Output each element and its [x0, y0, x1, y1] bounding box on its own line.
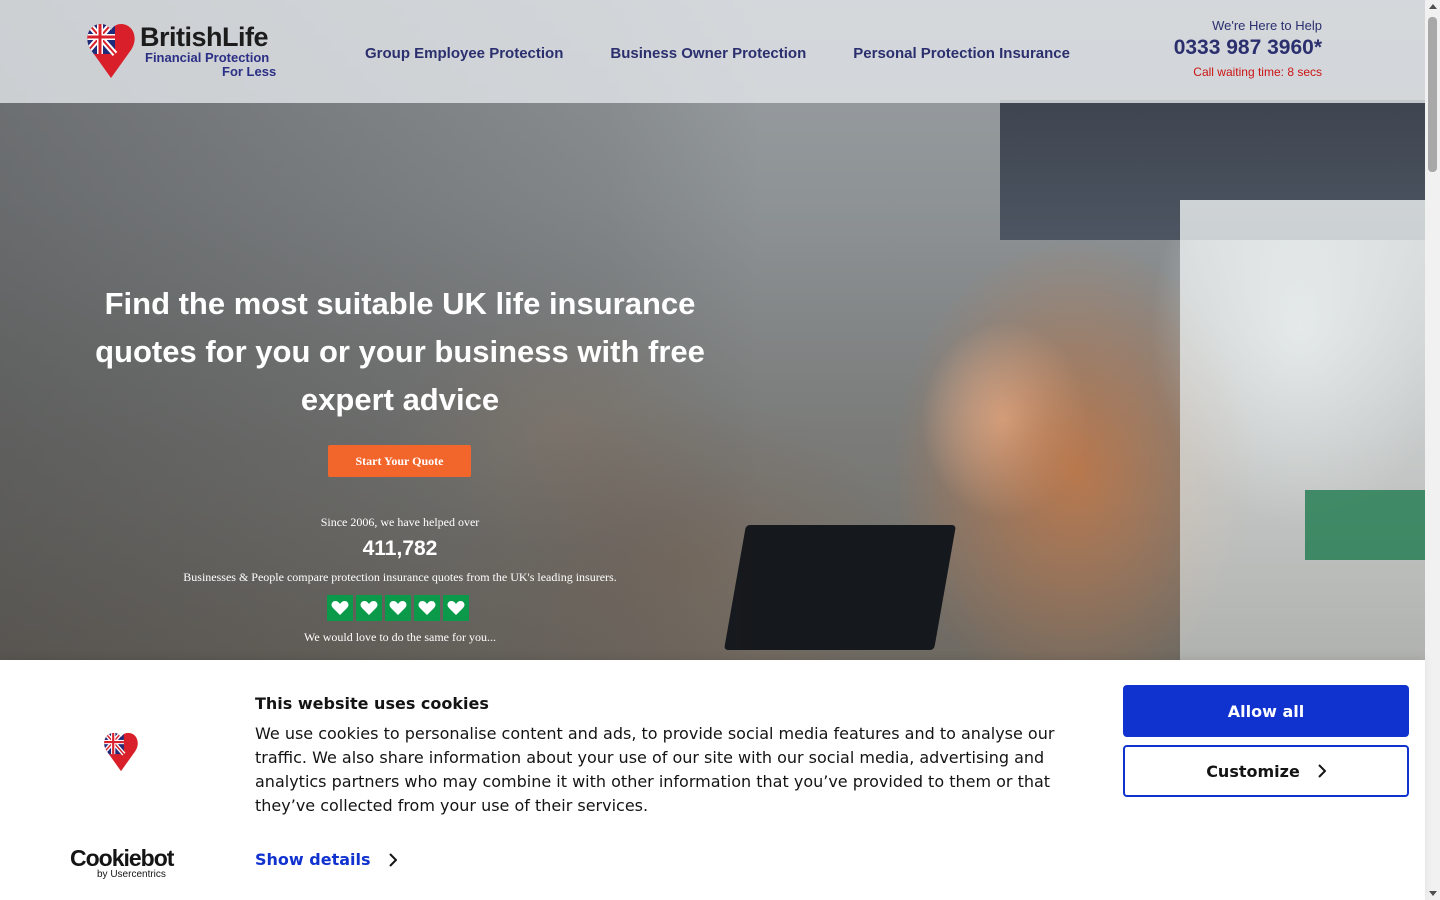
nav-business-owner-protection[interactable]: Business Owner Protection — [610, 45, 806, 62]
love-text: We would love to do the same for you... — [304, 630, 496, 644]
allow-all-button[interactable]: Allow all — [1123, 685, 1409, 737]
cookie-description: We use cookies to personalise content an… — [255, 724, 1055, 815]
heart-rating — [327, 595, 469, 621]
site-logo[interactable]: BritishLife Financial Protection For Les… — [85, 20, 285, 84]
hero-photo-sign — [1305, 490, 1425, 560]
compare-text: Businesses & People compare protection i… — [183, 570, 617, 584]
chevron-right-icon — [388, 852, 397, 867]
contact-phone-link[interactable]: 0333 987 3960* — [1174, 36, 1322, 60]
since-text: Since 2006, we have helped over — [320, 515, 480, 529]
cookiebot-name: Cookiebot — [70, 845, 174, 871]
nav-group-employee-protection[interactable]: Group Employee Protection — [365, 45, 563, 62]
show-details-label: Show details — [255, 850, 371, 869]
heart-icon — [385, 595, 411, 621]
cookie-banner: Cookiebot by Usercentrics This website u… — [0, 660, 1425, 900]
heart-icon — [327, 595, 353, 621]
union-jack-heart-pin-icon — [87, 24, 135, 78]
chevron-right-icon — [1318, 764, 1326, 778]
nav-personal-protection-insurance[interactable]: Personal Protection Insurance — [853, 45, 1070, 62]
union-jack-heart-icon — [104, 732, 138, 772]
contact-block: We're Here to Help 0333 987 3960* Call w… — [1174, 18, 1322, 79]
customize-label: Customize — [1206, 761, 1300, 781]
hero-photo-window — [1180, 200, 1425, 660]
cookie-title: This website uses cookies — [255, 694, 489, 713]
heart-icon — [414, 595, 440, 621]
heart-icon — [356, 595, 382, 621]
customers-count: 411,782 — [362, 537, 438, 560]
site-header: BritishLife Financial Protection For Les… — [0, 0, 1425, 103]
contact-help-text: We're Here to Help — [1212, 18, 1322, 33]
heart-icon — [443, 595, 469, 621]
logo-tagline-line1: Financial Protection — [145, 50, 270, 65]
scroll-up-arrow-icon[interactable] — [1429, 4, 1437, 9]
hero-title: Find the most suitable UK life insurance… — [95, 286, 705, 417]
cookiebot-logo[interactable]: Cookiebot by Usercentrics — [70, 845, 174, 880]
scrollbar-thumb[interactable] — [1428, 17, 1437, 172]
show-details-link[interactable]: Show details — [255, 850, 397, 869]
scroll-down-arrow-icon[interactable] — [1429, 891, 1437, 896]
call-waiting-time: Call waiting time: 8 secs — [1193, 65, 1322, 79]
main-nav: Group Employee Protection Business Owner… — [365, 45, 1070, 62]
cookiebot-sub: by Usercentrics — [97, 869, 166, 880]
logo-tagline-line2: For Less — [222, 64, 277, 79]
start-quote-button[interactable]: Start Your Quote — [328, 445, 471, 477]
page-scrollbar[interactable] — [1425, 0, 1440, 900]
customize-button[interactable]: Customize — [1123, 745, 1409, 797]
logo-name: BritishLife — [140, 22, 269, 52]
